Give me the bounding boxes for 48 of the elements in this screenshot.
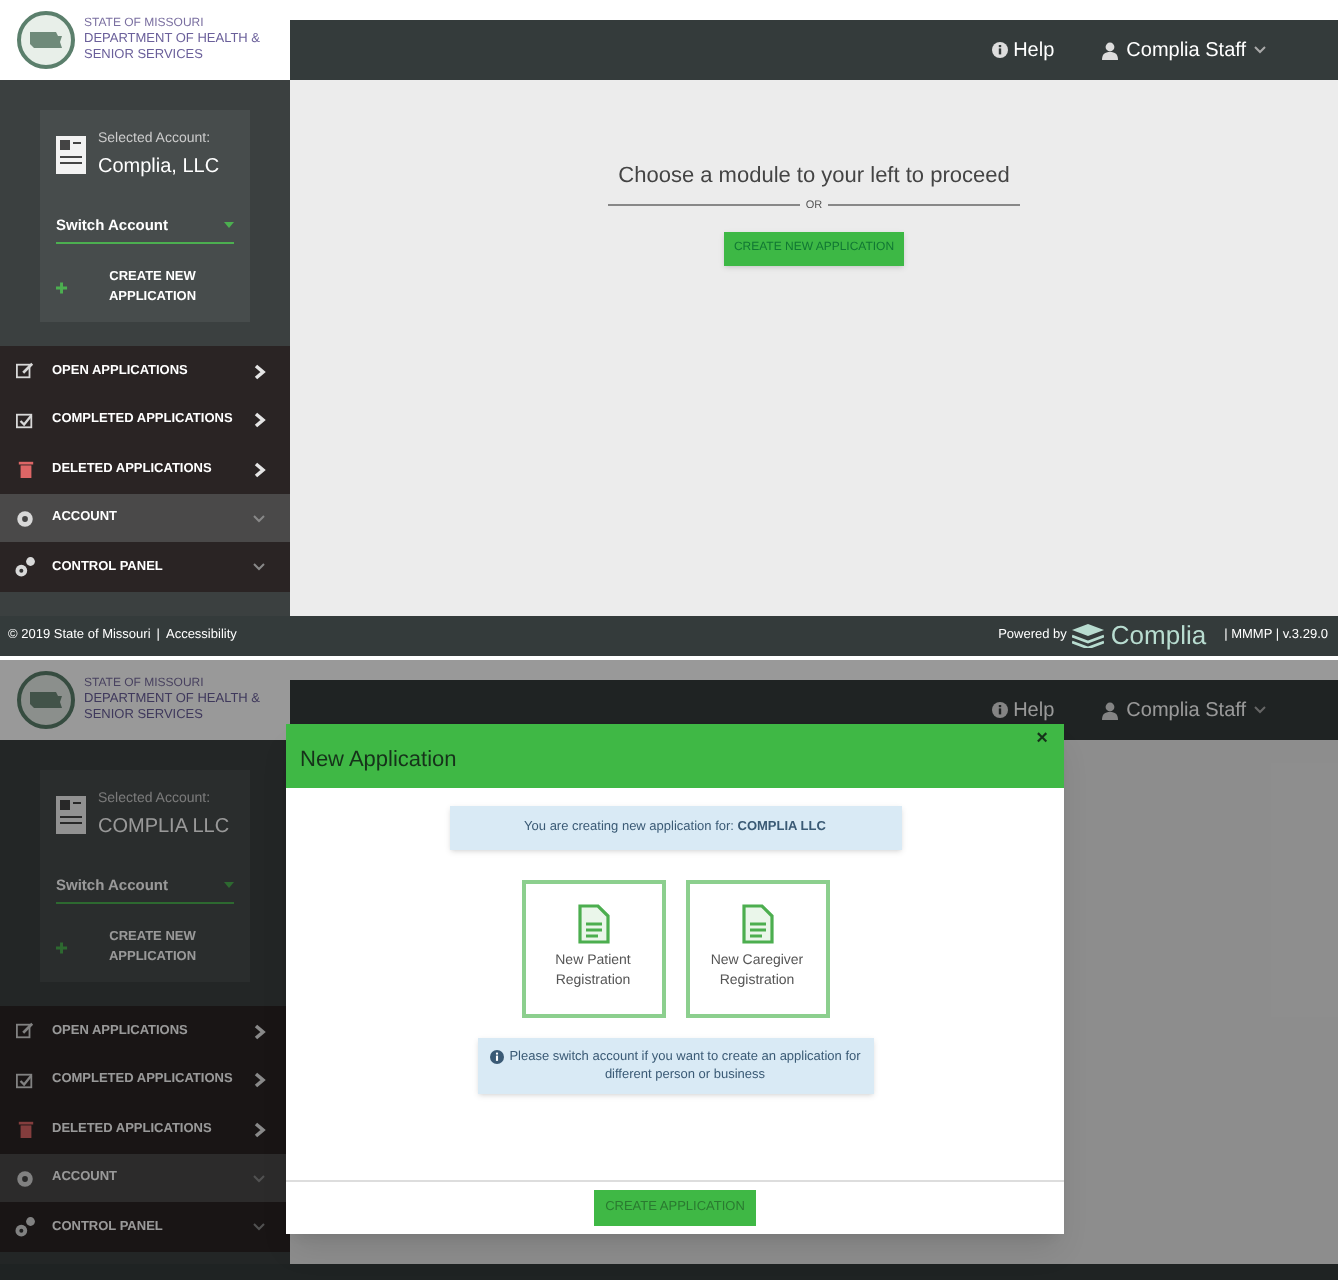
help-link[interactable]: Help bbox=[991, 35, 1055, 65]
chevron-right-icon bbox=[254, 1121, 266, 1137]
caret-icon bbox=[224, 221, 234, 228]
document-icon bbox=[741, 904, 773, 945]
help-link[interactable]: Help bbox=[991, 695, 1055, 725]
account-name: COMPLIA LLC bbox=[98, 813, 230, 841]
chevron-right-icon bbox=[254, 1072, 266, 1088]
id-card-icon bbox=[56, 796, 86, 835]
layers-logo-icon bbox=[1072, 624, 1105, 648]
chevron-right-icon bbox=[254, 461, 266, 477]
chevron-down-icon bbox=[1254, 46, 1266, 54]
chevron-down-icon bbox=[252, 513, 266, 523]
prompt-text: Choose a module to your left to proceed bbox=[618, 162, 1010, 192]
seal-logo-icon bbox=[16, 670, 76, 730]
chevron-down-icon bbox=[1254, 706, 1266, 714]
trash-icon bbox=[17, 460, 33, 478]
chevron-down-icon bbox=[252, 562, 266, 572]
gears-icon bbox=[14, 556, 36, 578]
id-card-icon bbox=[56, 136, 86, 175]
info-icon bbox=[991, 702, 1008, 718]
user-icon bbox=[1102, 41, 1119, 59]
gear-icon bbox=[16, 509, 34, 527]
seal-logo-icon bbox=[16, 10, 76, 70]
info-icon bbox=[991, 42, 1008, 58]
user-menu[interactable]: Complia Staff bbox=[1102, 35, 1266, 65]
chevron-down-icon bbox=[252, 1222, 266, 1232]
gears-icon bbox=[14, 1216, 36, 1238]
close-button[interactable]: × bbox=[1036, 730, 1048, 750]
chevron-right-icon bbox=[254, 412, 266, 428]
document-icon bbox=[577, 904, 609, 945]
user-icon bbox=[1102, 701, 1119, 719]
plus-icon bbox=[56, 941, 68, 953]
caret-icon bbox=[224, 881, 234, 888]
info-icon bbox=[489, 1049, 503, 1064]
trash-icon bbox=[17, 1120, 33, 1138]
chevron-right-icon bbox=[254, 1023, 266, 1039]
gear-icon bbox=[16, 1169, 34, 1187]
user-menu[interactable]: Complia Staff bbox=[1102, 695, 1266, 725]
modal-title: New Application bbox=[300, 746, 457, 776]
checkbox-icon bbox=[16, 1071, 34, 1089]
brand-name: Complia bbox=[1110, 618, 1207, 655]
chevron-right-icon bbox=[254, 363, 266, 379]
plus-icon bbox=[56, 281, 68, 293]
checkbox-icon bbox=[16, 411, 34, 429]
edit-icon bbox=[16, 362, 34, 380]
account-name: Complia, LLC bbox=[98, 153, 220, 181]
chevron-down-icon bbox=[252, 1173, 266, 1183]
edit-icon bbox=[16, 1022, 34, 1040]
